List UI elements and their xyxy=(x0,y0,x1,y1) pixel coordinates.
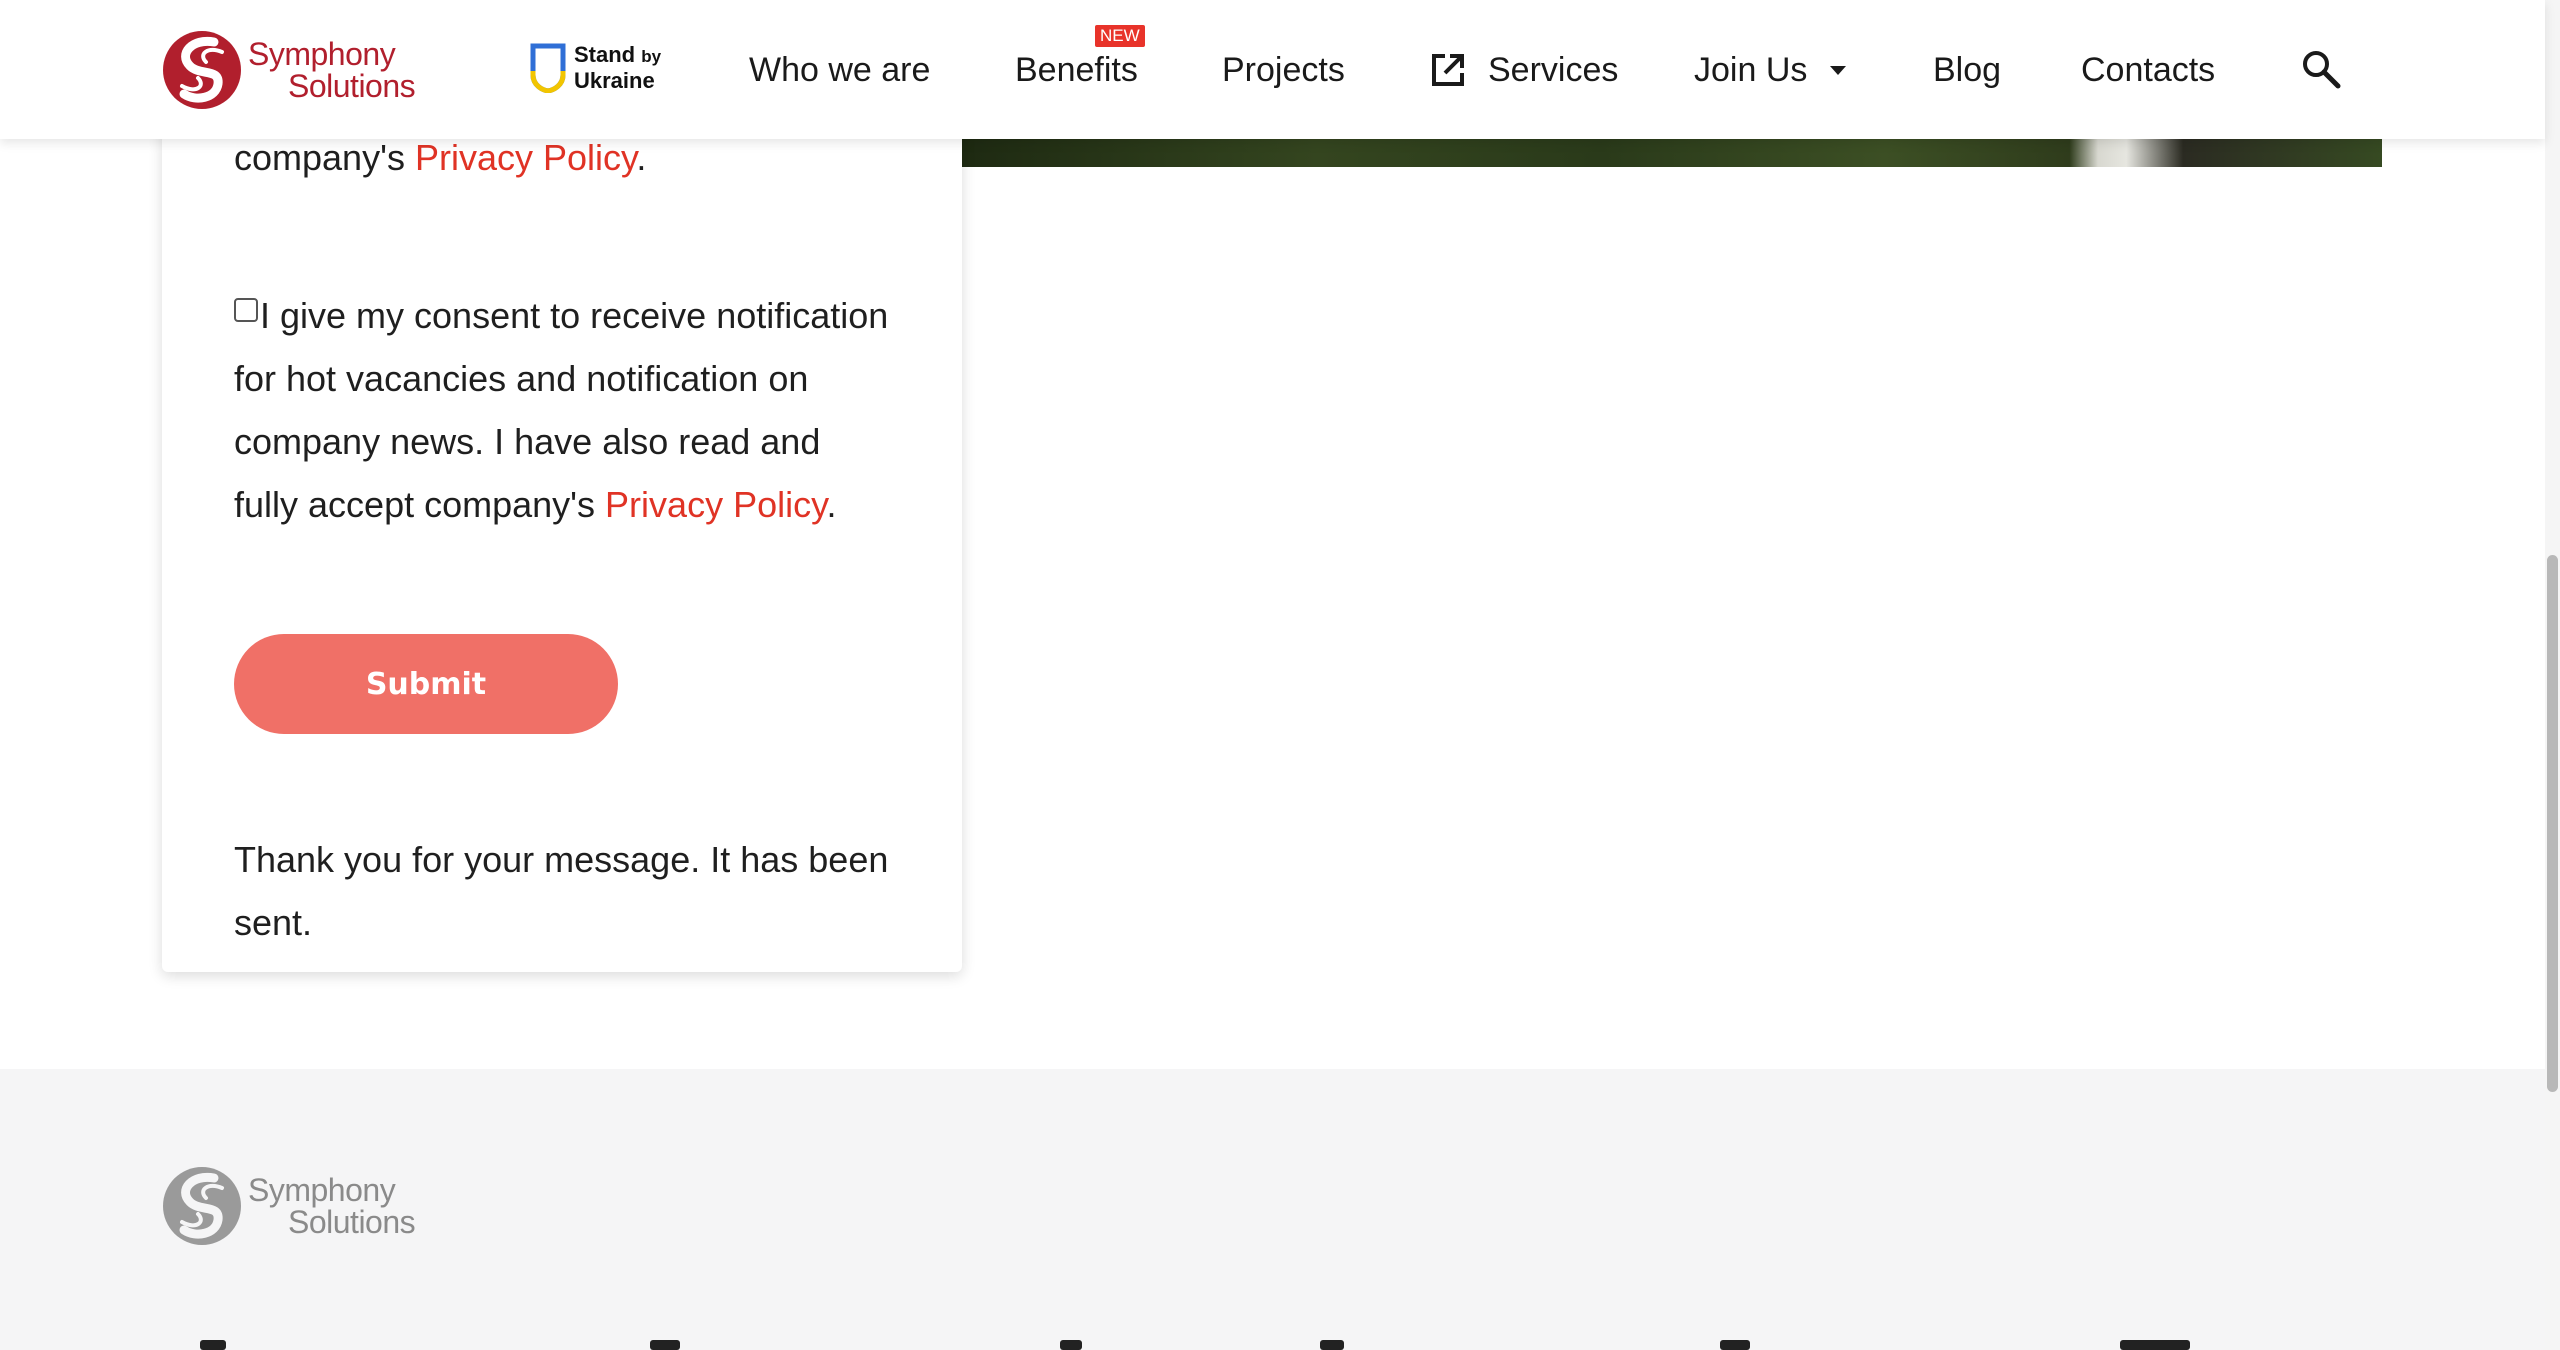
symphony-logo-gray-icon xyxy=(163,1167,241,1245)
footer-logo-line-2: Solutions xyxy=(288,1204,416,1240)
hero-image xyxy=(962,139,2382,167)
consent-checkbox[interactable] xyxy=(234,298,258,322)
new-badge: NEW xyxy=(1095,25,1145,47)
footer-headings-cut-off xyxy=(160,1340,2460,1350)
nav-contacts-label: Contacts xyxy=(2081,50,2216,89)
submit-button[interactable]: Submit xyxy=(234,634,618,734)
footer-logo[interactable]: Symphony Solutions xyxy=(160,1164,416,1248)
nav-who-we-are[interactable]: Who we are xyxy=(749,50,930,90)
search-icon[interactable] xyxy=(2300,48,2342,90)
site-footer: Symphony Solutions xyxy=(0,1069,2545,1350)
nav-projects[interactable]: Projects xyxy=(1222,50,1345,90)
nav-who-we-are-label: Who we are xyxy=(749,50,931,89)
consent-block: I give my consent to receive notificatio… xyxy=(234,284,894,536)
consent-tail: . xyxy=(826,484,837,525)
nav-benefits-label: Benefits xyxy=(1015,50,1138,89)
nav-services[interactable]: Services xyxy=(1428,50,1618,90)
nav-join-us[interactable]: Join Us xyxy=(1694,50,1849,90)
privacy-prefix: company's xyxy=(234,137,415,178)
nav-join-us-label: Join Us xyxy=(1694,50,1808,89)
nav-services-label: Services xyxy=(1488,50,1619,89)
consent-privacy-policy-link[interactable]: Privacy Policy xyxy=(605,484,826,525)
application-form-card: company's Privacy Policy. I give my cons… xyxy=(162,60,962,972)
nav-blog[interactable]: Blog xyxy=(1933,50,2001,90)
site-header: Symphony Solutions Stand by Ukraine Who … xyxy=(0,0,2545,139)
scrollbar-thumb[interactable] xyxy=(2547,555,2558,1092)
privacy-policy-link[interactable]: Privacy Policy xyxy=(415,137,636,178)
chevron-down-icon xyxy=(1830,66,1847,75)
nav-contacts[interactable]: Contacts xyxy=(2081,50,2215,90)
privacy-tail: . xyxy=(636,137,647,178)
footer-logo-wordmark: Symphony Solutions xyxy=(248,1172,416,1240)
footer-logo-line-1: Symphony xyxy=(248,1172,396,1208)
nav-benefits[interactable]: Benefits xyxy=(1015,50,1138,90)
nav-projects-label: Projects xyxy=(1222,50,1345,89)
page-scrollbar[interactable] xyxy=(2545,0,2560,1350)
nav-blog-label: Blog xyxy=(1933,50,2002,89)
thank-you-message: Thank you for your message. It has been … xyxy=(234,839,889,943)
main-nav: Who we are NEW Benefits Projects Service… xyxy=(0,0,2545,139)
external-link-icon xyxy=(1432,54,1464,86)
